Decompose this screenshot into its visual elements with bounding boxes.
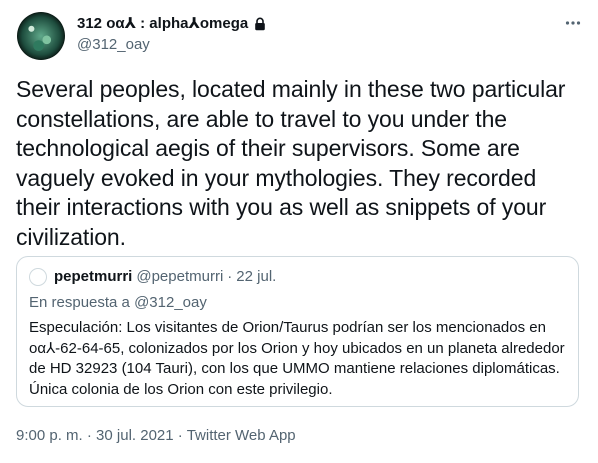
- quoted-author-avatar: [29, 268, 47, 286]
- more-options-button[interactable]: [562, 14, 584, 36]
- tweet-client[interactable]: Twitter Web App: [187, 427, 296, 444]
- meta-separator-2: ·: [177, 427, 183, 444]
- tweet-time[interactable]: 9:00 p. m.: [16, 427, 83, 444]
- author-handle[interactable]: @312_oay: [77, 36, 150, 54]
- lock-icon: [253, 17, 267, 31]
- author-display-name[interactable]: 312 οα⅄ : alpha⅄omega: [77, 15, 248, 33]
- quoted-separator: ·: [227, 268, 233, 285]
- meta-separator: ·: [86, 427, 92, 444]
- quoted-author-handle: @pepetmurri: [136, 268, 224, 285]
- reply-prefix: En respuesta a: [29, 294, 130, 311]
- quoted-tweet-text: Especulación: Los visitantes de Orion/Ta…: [29, 319, 565, 398]
- tweet-date[interactable]: 30 jul. 2021: [96, 427, 174, 444]
- tweet-card: 312 οα⅄ : alpha⅄omega @312_oay Several p…: [0, 0, 598, 463]
- reply-context: En respuesta a @312_oay: [29, 294, 207, 312]
- author-name-row: 312 οα⅄ : alpha⅄omega: [77, 15, 267, 33]
- quoted-date: 22 jul.: [236, 268, 277, 285]
- quoted-tweet[interactable]: pepetmurri @pepetmurri · 22 jul. En resp…: [16, 256, 579, 407]
- author-avatar[interactable]: [17, 12, 65, 60]
- tweet-metadata: 9:00 p. m. · 30 jul. 2021 · Twitter Web …: [16, 427, 296, 445]
- reply-mention[interactable]: @312_oay: [134, 294, 207, 311]
- more-horizontal-icon: [564, 14, 582, 37]
- tweet-text: Several peoples, located mainly in these…: [16, 76, 566, 250]
- quoted-author-name: pepetmurri: [54, 268, 133, 285]
- quoted-tweet-header: pepetmurri @pepetmurri · 22 jul.: [29, 268, 276, 286]
